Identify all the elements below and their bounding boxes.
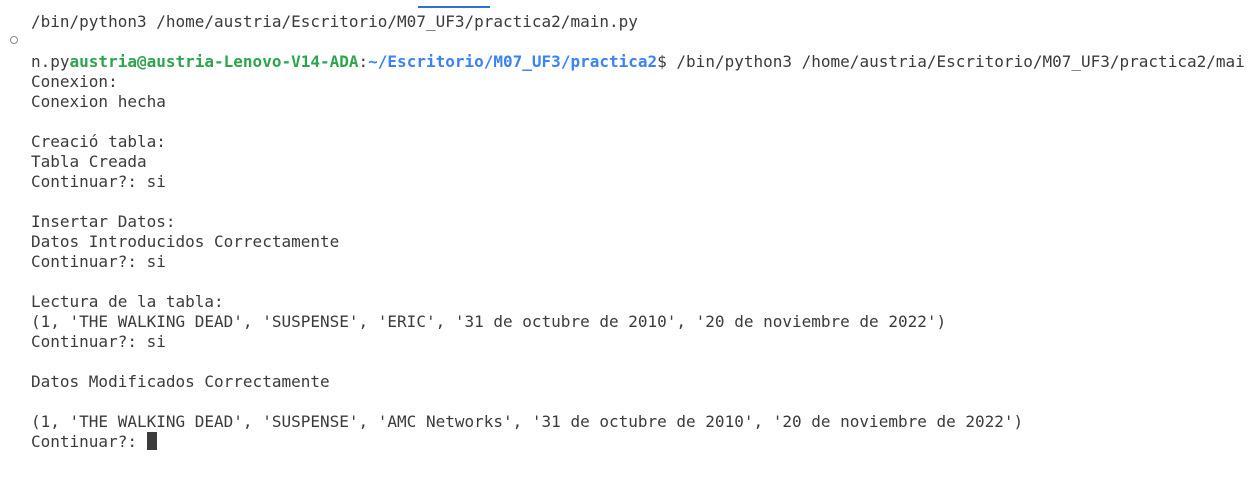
terminal-line-continuar: Continuar?: si xyxy=(31,332,166,351)
terminal-line-tabla-creada: Tabla Creada xyxy=(31,152,147,171)
command-decoration-icon[interactable] xyxy=(10,36,18,44)
terminal-input-prompt: Continuar?: xyxy=(31,432,147,451)
terminal-line-continuar: Continuar?: si xyxy=(31,252,166,271)
terminal-line-lectura-label: Lectura de la tabla: xyxy=(31,292,224,311)
terminal-line-command-echo: /bin/python3 /home/austria/Escritorio/M0… xyxy=(31,12,638,31)
terminal-prompt-line: austria@austria-Lenovo-V14-ADA:~/Escrito… xyxy=(0,32,1260,71)
terminal-line-conexion-status: Conexion hecha xyxy=(31,92,166,111)
terminal-output[interactable]: /bin/python3 /home/austria/Escritorio/M0… xyxy=(0,12,1260,452)
terminal-line-continuar: Continuar?: si xyxy=(31,172,166,191)
terminal-line-insertar-status: Datos Introducidos Correctamente xyxy=(31,232,340,251)
terminal-input-line[interactable]: Continuar?: xyxy=(0,432,1260,452)
terminal-cursor xyxy=(146,432,157,450)
terminal-line-conexion-label: Conexion: xyxy=(31,72,118,91)
terminal-line-record-original: (1, 'THE WALKING DEAD', 'SUSPENSE', 'ERI… xyxy=(31,312,947,331)
terminal-line-record-modified: (1, 'THE WALKING DEAD', 'SUSPENSE', 'AMC… xyxy=(31,412,1024,431)
terminal-line-insertar-label: Insertar Datos: xyxy=(31,212,176,231)
terminal-line-wrap: n.py xyxy=(31,52,70,71)
terminal-line-creacio-label: Creació tabla: xyxy=(31,132,166,151)
active-tab-indicator xyxy=(418,6,490,8)
terminal-line-modificados-status: Datos Modificados Correctamente xyxy=(31,372,330,391)
